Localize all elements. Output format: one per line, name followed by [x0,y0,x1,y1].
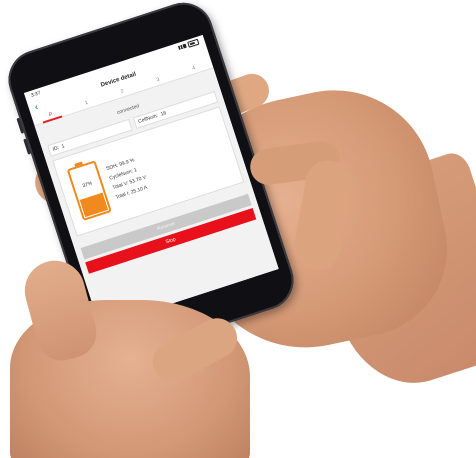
id-label: ID: [51,145,60,153]
back-arrow-icon[interactable]: ‹ [33,99,46,112]
photo-scene: 3:37 ‹ Device detail P 1 2 3 4 connected [0,0,476,458]
id-value: 1 [60,143,66,150]
battery-percent: 37% [81,180,94,190]
signal-icon [177,43,187,50]
battery-level-icon: 37% [66,160,112,221]
cellnum-label: CellNum: [137,112,159,125]
volume-button [23,138,32,155]
battery-fill [79,192,109,218]
volume-button [16,117,25,134]
cellnum-value: 16 [159,110,168,118]
battery-stats: SOH: 99.9 % CycleNum: 1 Total V: 53.70 V… [106,156,151,200]
